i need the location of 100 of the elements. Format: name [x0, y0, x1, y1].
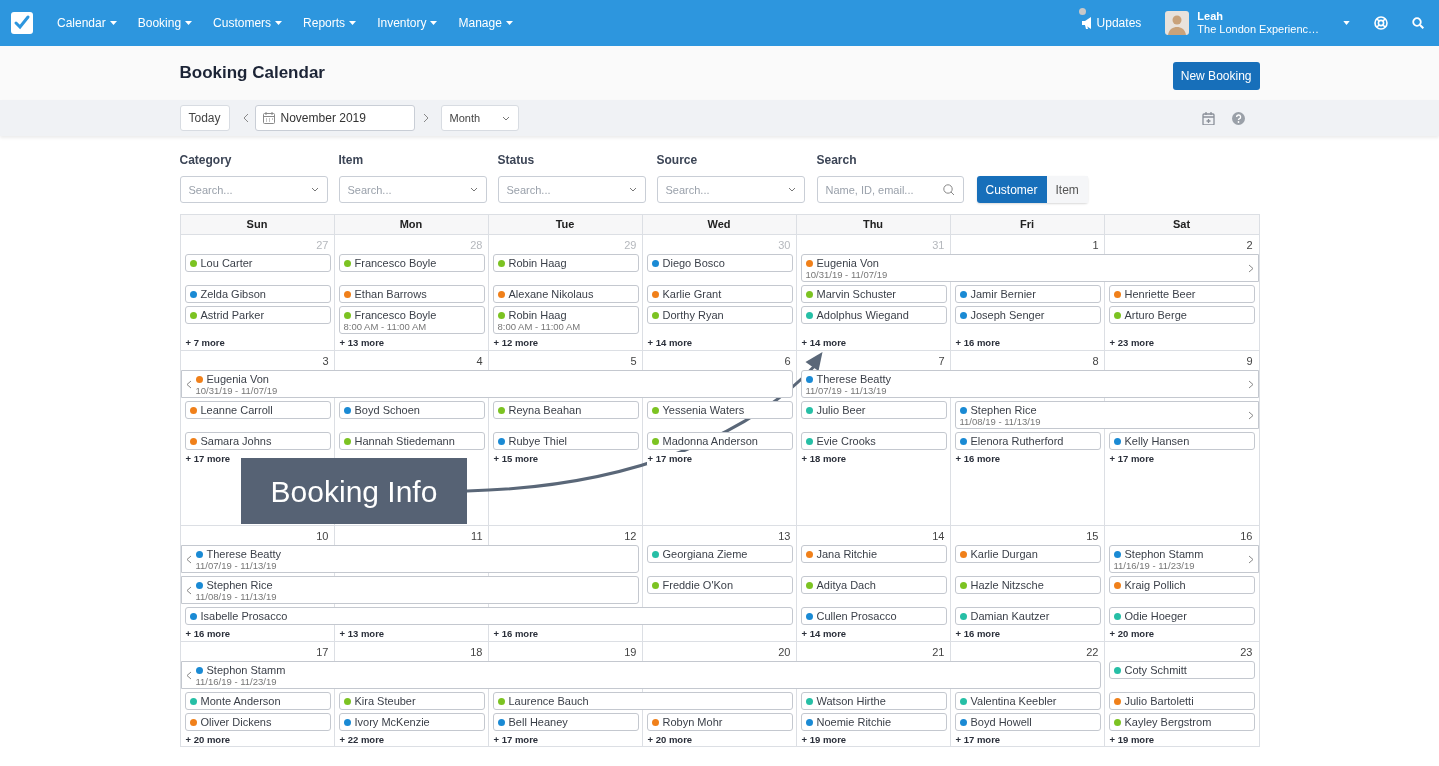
booking-event[interactable]: Arturo Berge: [1108, 306, 1255, 324]
booking-event[interactable]: Lou Carter: [184, 254, 331, 272]
caret-icon[interactable]: [185, 21, 193, 25]
day-number: 27: [315, 238, 330, 253]
booking-event[interactable]: Oliver Dickens: [184, 713, 331, 731]
booking-event[interactable]: Evie Crooks: [800, 432, 947, 450]
day-number: 13: [777, 529, 792, 544]
booking-event[interactable]: Astrid Parker: [184, 306, 331, 324]
booking-event[interactable]: Odie Hoeger: [1108, 607, 1255, 625]
booking-event[interactable]: Therese Beatty 11/07/19 - 11/13/19: [800, 370, 1259, 398]
booking-event[interactable]: Stephen Rice 11/08/19 - 11/13/19: [180, 576, 639, 604]
booking-event[interactable]: Stephen Rice 11/08/19 - 11/13/19: [954, 401, 1259, 429]
booking-event[interactable]: Marvin Schuster: [800, 285, 947, 303]
booking-event[interactable]: Henriette Beer: [1108, 285, 1255, 303]
calendar-add-icon[interactable]: [1201, 111, 1215, 125]
today-button[interactable]: Today: [179, 105, 230, 131]
help-icon[interactable]: [1231, 111, 1245, 125]
caret-icon[interactable]: [430, 21, 438, 25]
day-number: 30: [777, 238, 792, 253]
booking-event[interactable]: Robyn Mohr: [646, 713, 793, 731]
booking-event[interactable]: Zelda Gibson: [184, 285, 331, 303]
search-icon[interactable]: [1412, 17, 1424, 29]
booking-event[interactable]: Leanne Carroll: [184, 401, 331, 419]
more-link[interactable]: + 17 more: [646, 452, 694, 465]
booking-event[interactable]: Hazle Nitzsche: [954, 576, 1101, 594]
booking-event[interactable]: Ethan Barrows: [338, 285, 485, 303]
booking-event[interactable]: Julio Beer: [800, 401, 947, 419]
new-booking-button[interactable]: New Booking: [1172, 61, 1260, 90]
caret-icon[interactable]: [349, 21, 357, 25]
booking-event[interactable]: Isabelle Prosacco: [184, 607, 793, 625]
booking-event[interactable]: Boyd Schoen: [338, 401, 485, 419]
booking-event[interactable]: Kayley Bergstrom: [1108, 713, 1255, 731]
avatar[interactable]: [1165, 11, 1190, 35]
search-mode-toggle[interactable]: Item: [1046, 176, 1088, 203]
filter-select[interactable]: Search...: [497, 176, 646, 203]
filter-select[interactable]: Search...: [656, 176, 805, 203]
booking-event[interactable]: Adolphus Wiegand: [800, 306, 947, 324]
booking-event[interactable]: Francesco Boyle 8:00 AM - 11:00 AM: [338, 306, 485, 334]
booking-event[interactable]: Yessenia Waters: [646, 401, 793, 419]
organization-name: The London Experienc…: [1197, 23, 1319, 36]
booking-event[interactable]: Kraig Pollich: [1108, 576, 1255, 594]
day-number: 19: [623, 645, 638, 660]
booking-event[interactable]: Cullen Prosacco: [800, 607, 947, 625]
booking-event[interactable]: Watson Hirthe: [800, 692, 947, 710]
booking-event[interactable]: Valentina Keebler: [954, 692, 1101, 710]
date-field[interactable]: November 2019: [254, 105, 415, 131]
booking-event[interactable]: Monte Anderson: [184, 692, 331, 710]
booking-event[interactable]: Madonna Anderson: [646, 432, 793, 450]
caret-icon[interactable]: [505, 21, 513, 25]
caret-icon[interactable]: [1343, 21, 1350, 25]
booking-event[interactable]: Diego Bosco: [646, 254, 793, 272]
booking-event[interactable]: Laurence Bauch: [492, 692, 793, 710]
lifebuoy-icon[interactable]: [1374, 16, 1388, 30]
booking-event[interactable]: Reyna Beahan: [492, 401, 639, 419]
booking-event[interactable]: Elenora Rutherford: [954, 432, 1101, 450]
booking-event[interactable]: Coty Schmitt: [1108, 661, 1255, 679]
booking-event[interactable]: Jana Ritchie: [800, 545, 947, 563]
view-select[interactable]: Month: [440, 105, 519, 131]
booking-event[interactable]: Karlie Grant: [646, 285, 793, 303]
booking-event[interactable]: Kira Steuber: [338, 692, 485, 710]
booking-event[interactable]: Bell Heaney: [492, 713, 639, 731]
search-mode-toggle[interactable]: Customer: [976, 176, 1047, 203]
booking-event[interactable]: Alexane Nikolaus: [492, 285, 639, 303]
search-field[interactable]: Name, ID, email...: [816, 176, 964, 203]
booking-event[interactable]: Eugenia Von 10/31/19 - 11/07/19: [180, 370, 793, 398]
day-number: 1: [1091, 238, 1100, 253]
checkmark-logo-icon[interactable]: [11, 12, 33, 34]
booking-event[interactable]: Eugenia Von 10/31/19 - 11/07/19: [800, 254, 1259, 282]
day-number: 4: [475, 354, 484, 369]
booking-event[interactable]: Damian Kautzer: [954, 607, 1101, 625]
booking-event[interactable]: Robin Haag: [492, 254, 639, 272]
booking-event[interactable]: Kelly Hansen: [1108, 432, 1255, 450]
booking-event[interactable]: Stephon Stamm 11/16/19 - 11/23/19: [180, 661, 1101, 689]
booking-event[interactable]: Samara Johns: [184, 432, 331, 450]
caret-icon[interactable]: [275, 21, 283, 25]
booking-event[interactable]: Ivory McKenzie: [338, 713, 485, 731]
filter-label: Item: [338, 152, 365, 169]
chevron-left-icon[interactable]: [242, 113, 249, 123]
booking-event[interactable]: Freddie O'Kon: [646, 576, 793, 594]
booking-event[interactable]: Hannah Stiedemann: [338, 432, 485, 450]
day-number: 18: [469, 645, 484, 660]
booking-event[interactable]: Therese Beatty 11/07/19 - 11/13/19: [180, 545, 639, 573]
chevron-right-icon[interactable]: [422, 113, 429, 123]
booking-event[interactable]: Jamir Bernier: [954, 285, 1101, 303]
day-number: 21: [931, 645, 946, 660]
booking-event[interactable]: Aditya Dach: [800, 576, 947, 594]
booking-event[interactable]: Noemie Ritchie: [800, 713, 947, 731]
caret-icon[interactable]: [109, 21, 117, 25]
filter-select[interactable]: Search...: [338, 176, 487, 203]
filter-select[interactable]: Search...: [179, 176, 328, 203]
booking-event[interactable]: Joseph Senger: [954, 306, 1101, 324]
booking-event[interactable]: Boyd Howell: [954, 713, 1101, 731]
booking-event[interactable]: Stephon Stamm 11/16/19 - 11/23/19: [1108, 545, 1259, 573]
booking-event[interactable]: Georgiana Zieme: [646, 545, 793, 563]
booking-event[interactable]: Karlie Durgan: [954, 545, 1101, 563]
booking-event[interactable]: Rubye Thiel: [492, 432, 639, 450]
booking-event[interactable]: Robin Haag 8:00 AM - 11:00 AM: [492, 306, 639, 334]
booking-event[interactable]: Dorthy Ryan: [646, 306, 793, 324]
booking-event[interactable]: Francesco Boyle: [338, 254, 485, 272]
booking-event[interactable]: Julio Bartoletti: [1108, 692, 1255, 710]
